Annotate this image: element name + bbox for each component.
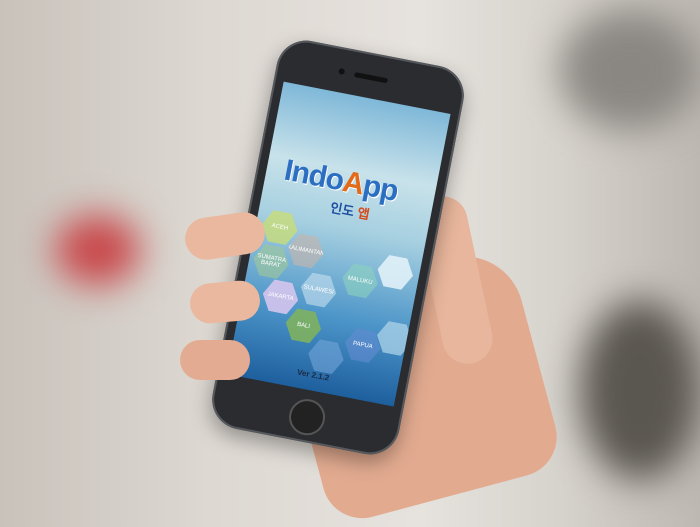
speaker	[353, 71, 389, 84]
blurred-red-object	[55, 215, 140, 285]
blurred-window	[560, 10, 700, 130]
region-sulawesi[interactable]: SULAWESI	[298, 271, 339, 309]
blurred-cabinet	[580, 300, 700, 480]
region-papua[interactable]: PAPUA	[342, 326, 383, 364]
home-button[interactable]	[285, 396, 329, 439]
region-bali[interactable]: BALI	[283, 307, 324, 345]
hex-tile	[374, 319, 415, 357]
hex-tile	[375, 253, 416, 291]
finger-3	[180, 340, 250, 380]
front-camera	[338, 67, 346, 75]
region-jakarta[interactable]: JAKARTA	[260, 278, 301, 316]
region-maluku[interactable]: MALUKU	[339, 262, 380, 300]
